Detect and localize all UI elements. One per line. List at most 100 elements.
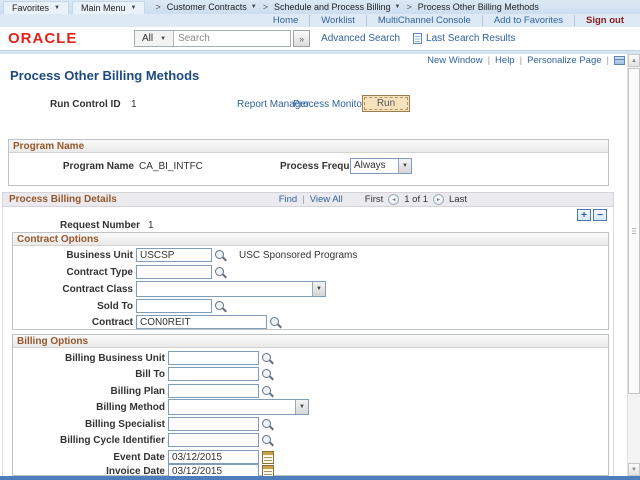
billing-specialist-label: Billing Specialist: [13, 419, 165, 430]
chevron-down-icon: ▼: [54, 5, 60, 11]
section-title: Process Billing Details: [9, 194, 117, 205]
field-row: Bill To: [13, 366, 274, 382]
field-row: Billing Method ▼: [13, 399, 309, 415]
chevron-down-icon: ▼: [295, 400, 308, 414]
header-divider: [0, 50, 640, 54]
advanced-search-link[interactable]: Advanced Search: [321, 33, 400, 44]
chevron-down-icon: ▼: [395, 4, 401, 10]
breadcrumb: Favorites ▼ Main Menu ▼ > Customer Contr…: [0, 0, 640, 14]
contract-label: Contract: [13, 317, 133, 328]
contract-options-section-header: Contract Options: [13, 233, 608, 246]
lookup-icon[interactable]: [261, 434, 274, 447]
add-row-button[interactable]: +: [577, 209, 591, 221]
last-search-results-link[interactable]: Last Search Results: [426, 33, 516, 44]
business-unit-input[interactable]: [136, 248, 212, 262]
page-indicator: 1 of 1: [404, 194, 428, 205]
contract-class-select[interactable]: ▼: [136, 281, 326, 297]
grid-navigation: Find | View All First ◄ 1 of 1 ► Last: [279, 194, 467, 205]
field-row: Contract Class ▼: [13, 281, 326, 297]
view-all-link[interactable]: View All: [310, 194, 343, 205]
next-row-icon[interactable]: ►: [433, 194, 444, 205]
field-row: Sold To: [13, 298, 227, 314]
favorites-menu[interactable]: Favorites ▼: [3, 1, 69, 14]
search-scope-dropdown[interactable]: All ▼: [135, 31, 174, 46]
sold-to-input[interactable]: [136, 299, 212, 313]
breadcrumb-separator: >: [407, 2, 412, 12]
breadcrumb-separator: >: [263, 2, 268, 12]
field-row: Billing Plan: [13, 383, 274, 399]
billing-business-unit-input[interactable]: [168, 351, 259, 365]
billing-specialist-input[interactable]: [168, 417, 259, 431]
personalize-layout-icon[interactable]: [614, 56, 625, 65]
billing-cycle-identifier-input[interactable]: [168, 433, 259, 447]
lookup-icon[interactable]: [269, 316, 282, 329]
page-title: Process Other Billing Methods: [10, 68, 199, 83]
new-window-link[interactable]: New Window: [427, 55, 482, 66]
breadcrumb-trail: > Customer Contracts ▼ > Schedule and Pr…: [155, 2, 538, 12]
search-box: All ▼: [134, 30, 291, 47]
process-frequency-value: Always: [351, 159, 398, 173]
main-menu[interactable]: Main Menu ▼: [72, 1, 145, 14]
run-button[interactable]: Run: [362, 95, 410, 112]
calendar-icon[interactable]: [262, 451, 274, 464]
process-frequency-select[interactable]: Always ▼: [350, 158, 412, 174]
search-go-button[interactable]: »: [293, 30, 310, 47]
first-link[interactable]: First: [365, 194, 383, 205]
billing-method-value: [169, 400, 295, 414]
chevron-down-icon: ▼: [398, 159, 411, 173]
scroll-down-icon[interactable]: ▼: [628, 463, 640, 476]
lookup-icon[interactable]: [214, 266, 227, 279]
lookup-icon[interactable]: [214, 300, 227, 313]
event-date-input[interactable]: [168, 450, 259, 464]
row-action-buttons: + −: [577, 209, 607, 221]
section-title: Billing Options: [17, 336, 88, 347]
scroll-up-icon[interactable]: ▲: [628, 54, 640, 67]
lookup-icon[interactable]: [261, 352, 274, 365]
find-link[interactable]: Find: [279, 194, 297, 205]
lookup-icon[interactable]: [261, 368, 274, 381]
bill-to-input[interactable]: [168, 367, 259, 381]
breadcrumb-item-schedule-process-billing[interactable]: Schedule and Process Billing ▼: [274, 2, 401, 12]
worklist-link[interactable]: Worklist: [309, 15, 366, 26]
lookup-icon[interactable]: [261, 385, 274, 398]
business-unit-description: USC Sponsored Programs: [239, 250, 357, 261]
page-bottom-border: [0, 476, 640, 480]
add-to-favorites-link[interactable]: Add to Favorites: [482, 15, 574, 26]
billing-cycle-identifier-label: Billing Cycle Identifier: [13, 435, 165, 446]
contract-input[interactable]: [136, 315, 267, 329]
breadcrumb-item-label: Process Other Billing Methods: [418, 2, 539, 12]
breadcrumb-item-customer-contracts[interactable]: Customer Contracts ▼: [167, 2, 257, 12]
billing-plan-input[interactable]: [168, 384, 259, 398]
search-input[interactable]: [174, 31, 290, 46]
program-name-label: Program Name: [8, 161, 134, 172]
contract-type-input[interactable]: [136, 265, 212, 279]
chevron-down-icon: ▼: [131, 5, 137, 11]
billing-method-select[interactable]: ▼: [168, 399, 309, 415]
program-name-value: CA_BI_INTFC: [139, 161, 203, 172]
lookup-icon[interactable]: [261, 418, 274, 431]
process-monitor-link[interactable]: Process Monitor: [293, 99, 365, 110]
separator: |: [607, 55, 609, 66]
sold-to-label: Sold To: [13, 301, 133, 312]
main-menu-label: Main Menu: [81, 3, 126, 13]
separator: |: [520, 55, 522, 66]
separator: |: [488, 55, 490, 66]
personalize-page-link[interactable]: Personalize Page: [527, 55, 601, 66]
help-link[interactable]: Help: [495, 55, 515, 66]
last-link[interactable]: Last: [449, 194, 467, 205]
chevron-down-icon: ▼: [160, 36, 166, 42]
delete-row-button[interactable]: −: [593, 209, 607, 221]
lookup-icon[interactable]: [214, 249, 227, 262]
field-row: Contract: [13, 314, 282, 330]
multichannel-console-link[interactable]: MultiChannel Console: [366, 15, 482, 26]
scrollbar-thumb[interactable]: [628, 68, 640, 394]
previous-row-icon[interactable]: ◄: [388, 194, 399, 205]
sign-out-link[interactable]: Sign out: [574, 15, 626, 26]
separator: |: [302, 194, 304, 205]
breadcrumb-item-current-page: Process Other Billing Methods: [418, 2, 539, 12]
breadcrumb-item-label: Schedule and Process Billing: [274, 2, 391, 12]
billing-method-label: Billing Method: [13, 402, 165, 413]
home-link[interactable]: Home: [262, 15, 309, 26]
search-scope-value: All: [142, 33, 153, 44]
utility-links: New Window | Help | Personalize Page |: [427, 55, 625, 66]
